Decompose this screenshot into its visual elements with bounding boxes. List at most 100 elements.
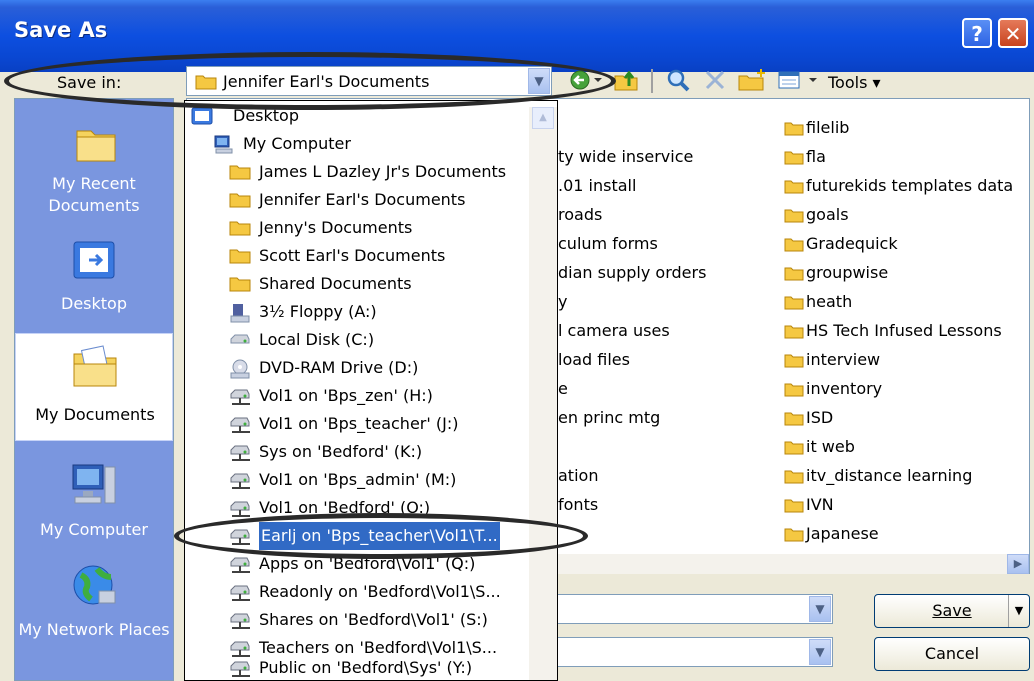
views-icon	[778, 71, 817, 89]
file-name: y	[558, 292, 568, 311]
network-places-icon	[73, 565, 116, 605]
dropdown-item-label: James L Dazley Jr's Documents	[259, 162, 507, 181]
my-documents-icon	[73, 345, 117, 387]
up-one-level-button[interactable]	[612, 68, 642, 94]
chevron-down-icon[interactable]: ▼	[809, 639, 831, 665]
dvd-drive-icon	[230, 359, 250, 379]
file-name: Japanese	[806, 524, 879, 543]
tools-label: Tools	[828, 73, 868, 92]
chevron-right-icon[interactable]: ▶	[1007, 554, 1029, 574]
folder-icon	[784, 470, 804, 484]
place-label: My Computer	[40, 520, 148, 539]
folder-icon	[229, 193, 251, 208]
dropdown-scrollbar[interactable]: ▲	[529, 107, 557, 680]
file-name: fla	[806, 147, 826, 166]
file-name: it web	[806, 437, 855, 456]
save-as-type-select[interactable]: ▼	[555, 637, 833, 667]
folder-icon	[229, 221, 251, 236]
chevron-up-icon[interactable]: ▲	[532, 107, 554, 129]
desktop-icon	[191, 107, 213, 125]
folder-icon	[784, 441, 804, 455]
hard-disk-icon	[230, 334, 250, 344]
file-name: en princ mtg	[558, 408, 661, 427]
views-button[interactable]	[776, 68, 824, 94]
place-my-computer[interactable]: My Computer	[15, 447, 173, 547]
dropdown-item-label: Shares on 'Bedford\Vol1' (S:)	[259, 610, 488, 629]
my-computer-icon	[72, 464, 116, 504]
file-name: e	[558, 379, 568, 398]
file-name: Gradequick	[806, 234, 898, 253]
place-label: Desktop	[61, 294, 127, 313]
file-name: roads	[558, 205, 603, 224]
chevron-down-icon[interactable]: ▼	[809, 596, 831, 622]
file-name: ation	[558, 466, 599, 485]
folder-icon	[229, 249, 251, 264]
highlight-ellipse-save-in	[4, 52, 616, 110]
close-button[interactable]: ✕	[998, 18, 1028, 48]
file-name: inventory	[806, 379, 883, 398]
delete-button[interactable]	[700, 68, 730, 94]
folder-icon	[784, 325, 804, 339]
file-name: l camera uses	[558, 321, 670, 340]
dropdown-item-label: Sys on 'Bedford' (K:)	[259, 442, 423, 461]
network-drive-icon	[230, 641, 250, 657]
dropdown-item-label: My Computer	[243, 134, 351, 153]
file-name: groupwise	[806, 263, 889, 282]
place-my-documents[interactable]: My Documents	[15, 333, 173, 441]
folder-icon	[784, 383, 804, 397]
file-name: goals	[806, 205, 849, 224]
save-as-dialog: Save As ? ✕ Save in: Jennifer Earl's Doc…	[0, 0, 1034, 681]
computer-icon	[214, 135, 233, 154]
network-drive-icon	[230, 473, 250, 489]
network-drive-icon	[230, 613, 250, 629]
save-label: Save	[932, 601, 972, 620]
folder-icon	[229, 165, 251, 180]
folder-icon	[784, 499, 804, 513]
place-label: My Network Places	[18, 620, 170, 639]
cancel-button[interactable]: Cancel	[874, 637, 1030, 671]
folder-icon	[784, 209, 804, 223]
cancel-label: Cancel	[924, 644, 980, 663]
place-my-network-places[interactable]: My Network Places	[15, 553, 173, 671]
place-label: My Recent Documents	[48, 174, 140, 215]
dropdown-item-label: Shared Documents	[259, 274, 412, 293]
dropdown-item-label: Jennifer Earl's Documents	[259, 190, 466, 209]
folder-icon	[784, 528, 804, 542]
folder-icon	[784, 267, 804, 281]
file-name: ISD	[806, 408, 834, 427]
save-button[interactable]: Save ▼	[874, 594, 1030, 628]
network-drive-icon	[230, 445, 250, 461]
file-name: fonts	[558, 495, 599, 514]
dropdown-item-label: Vol1 on 'Bps_teacher' (J:)	[259, 414, 459, 433]
help-icon: ?	[971, 22, 983, 46]
folder-icon	[784, 180, 804, 194]
folder-icon	[784, 238, 804, 252]
tools-menu[interactable]: Tools ▾	[828, 73, 881, 92]
help-button[interactable]: ?	[962, 18, 992, 48]
dropdown-item-label: DVD-RAM Drive (D:)	[259, 358, 419, 377]
place-my-recent-documents[interactable]: My Recent Documents	[15, 113, 173, 223]
file-name: load files	[558, 350, 630, 369]
dropdown-item-label: Public on 'Bedford\Sys' (Y:)	[259, 658, 473, 677]
file-name-input[interactable]: ▼	[555, 594, 833, 624]
file-name: itv_distance learning	[806, 466, 973, 485]
chevron-down-icon[interactable]: ▼	[1008, 595, 1029, 627]
new-folder-button[interactable]	[736, 68, 768, 94]
file-name: ty wide inservice	[558, 147, 694, 166]
file-name: futurekids templates data	[806, 176, 1014, 195]
folder-icon	[229, 277, 251, 292]
toolbar-separator	[651, 68, 655, 94]
save-in-dropdown-list[interactable]: Desktop My Computer James L Dazley Jr's …	[184, 100, 558, 681]
dialog-title: Save As	[14, 18, 108, 42]
highlight-ellipse-selected-drive	[174, 513, 588, 559]
search-web-button[interactable]	[664, 68, 694, 94]
file-name: heath	[806, 292, 853, 311]
file-name: filelib	[806, 118, 850, 137]
up-folder-icon	[614, 70, 638, 91]
desktop-icon	[73, 241, 115, 279]
horizontal-scrollbar[interactable]: ▶	[555, 554, 1029, 574]
network-drive-icon	[230, 585, 250, 601]
folder-icon	[784, 412, 804, 426]
place-label: My Documents	[35, 405, 155, 424]
place-desktop[interactable]: Desktop	[15, 227, 173, 327]
